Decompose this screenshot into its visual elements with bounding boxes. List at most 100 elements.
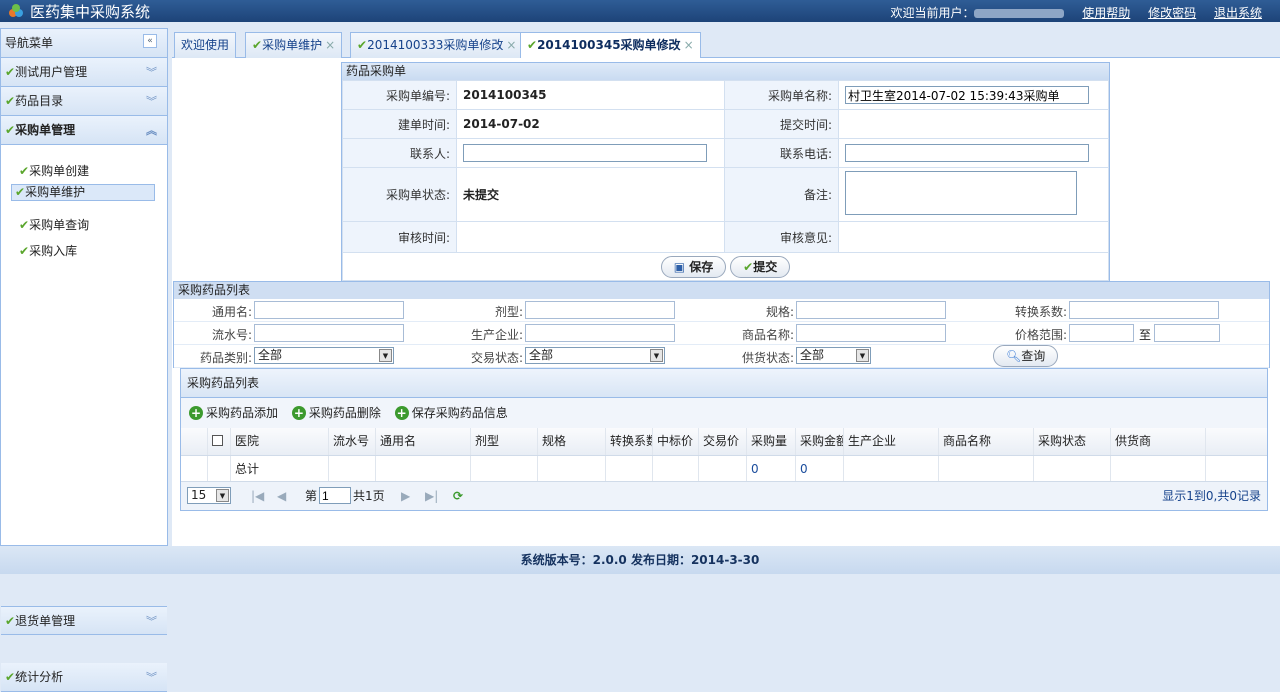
spec-input[interactable]: [796, 301, 946, 319]
serial-input[interactable]: [254, 324, 404, 342]
refresh-icon[interactable]: ⟳: [453, 482, 463, 510]
check-icon: ✔: [19, 164, 30, 178]
label-manufacturer: 生产企业:: [470, 328, 523, 342]
menu-drug-catalog[interactable]: ✔药品目录 ︾: [1, 87, 167, 116]
remark-textarea[interactable]: [845, 171, 1077, 215]
tab-label: 采购单维护: [262, 38, 323, 52]
dropdown-arrow-icon: ▼: [650, 349, 663, 362]
delete-drug-button[interactable]: + 采购药品删除: [291, 406, 381, 420]
col-purchase-status[interactable]: 采购状态: [1034, 428, 1111, 455]
close-icon[interactable]: ×: [506, 38, 516, 52]
trade-status-select[interactable]: 全部 ▼: [525, 347, 665, 364]
product-name-input[interactable]: [796, 324, 946, 342]
drug-grid: 采购药品列表 + 采购药品添加 + 采购药品删除 + 保存采购药品信息 医院 流水号 …: [180, 368, 1268, 511]
label-review-time: 审核时间:: [342, 221, 457, 253]
dropdown-arrow-icon: ▼: [379, 349, 392, 362]
conversion-input[interactable]: [1069, 301, 1219, 319]
dropdown-arrow-icon: ▼: [216, 489, 229, 502]
generic-name-input[interactable]: [254, 301, 404, 319]
col-product-name[interactable]: 商品名称: [939, 428, 1034, 455]
app-header: 医药集中采购系统 欢迎当前用户： 使用帮助 修改密码 退出系统: [0, 0, 1280, 22]
plus-icon: +: [394, 406, 409, 420]
sidebar-item-query[interactable]: ✔采购单查询: [11, 212, 155, 238]
menu-label: 退货单管理: [15, 614, 76, 628]
toolbar-label: 采购药品添加: [206, 406, 279, 420]
col-manufacturer[interactable]: 生产企业: [844, 428, 939, 455]
price-min-input[interactable]: [1069, 324, 1134, 342]
col-serial[interactable]: 流水号: [329, 428, 376, 455]
item-label: 采购单维护: [25, 185, 86, 199]
supply-status-select[interactable]: 全部 ▼: [796, 347, 871, 364]
label-review-opinion: 审核意见:: [724, 221, 839, 253]
tab-label: 2014100333采购单修改: [367, 38, 504, 52]
search-row-2: 流水号: 生产企业: 商品名称: 价格范围: 至: [174, 322, 1269, 345]
logout-link[interactable]: 退出系统: [1214, 6, 1262, 20]
col-dosage-form[interactable]: 剂型: [471, 428, 538, 455]
submit-button[interactable]: ✔提交: [730, 255, 791, 278]
plus-icon: +: [189, 406, 203, 420]
help-link[interactable]: 使用帮助: [1082, 6, 1130, 20]
query-button[interactable]: 🔍︎查询: [993, 345, 1059, 367]
phone-input[interactable]: [845, 144, 1089, 162]
col-bid-price[interactable]: 中标价: [653, 428, 699, 455]
sidebar-item-stock-in[interactable]: ✔采购入库: [11, 238, 155, 264]
contact-input[interactable]: [463, 144, 707, 162]
label-status: 采购单状态:: [342, 167, 457, 222]
sidebar-item-maintain[interactable]: ✔采购单维护: [11, 184, 155, 201]
menu-statistics[interactable]: ✔统计分析 ︾: [1, 663, 167, 692]
last-page-icon[interactable]: ▶|: [425, 482, 438, 510]
grid-toolbar: + 采购药品添加 + 采购药品删除 + 保存采购药品信息: [181, 398, 1267, 428]
collapse-sidebar-icon[interactable]: «: [143, 34, 157, 48]
col-spec[interactable]: 规格: [538, 428, 606, 455]
col-amount[interactable]: 采购金额: [796, 428, 844, 455]
menu-purchase-orders[interactable]: ✔采购单管理 ︽: [1, 116, 167, 145]
col-trade-price[interactable]: 交易价: [699, 428, 747, 455]
change-password-link[interactable]: 修改密码: [1148, 6, 1196, 20]
tab-welcome[interactable]: 欢迎使用: [174, 32, 237, 58]
close-icon[interactable]: ×: [684, 38, 694, 52]
label-category: 药品类别:: [199, 351, 252, 365]
col-hospital[interactable]: 医院: [231, 428, 329, 455]
manufacturer-input[interactable]: [525, 324, 675, 342]
form-caption: 药品采购单: [342, 63, 1109, 80]
check-icon: ✔: [5, 65, 16, 79]
save-drug-info-button[interactable]: + 保存采购药品信息: [394, 406, 508, 420]
check-icon: ✔: [357, 38, 368, 52]
tab-maintain[interactable]: ✔采购单维护 ×: [245, 32, 343, 58]
first-page-icon[interactable]: |◀: [251, 482, 264, 510]
tab-order-2014100345[interactable]: ✔2014100345采购单修改 ×: [520, 32, 701, 59]
select-all-checkbox[interactable]: [208, 428, 231, 455]
chevron-down-icon: ︾: [146, 66, 157, 79]
menu-test-users[interactable]: ✔测试用户管理 ︾: [1, 58, 167, 87]
col-supplier[interactable]: 供货商: [1111, 428, 1206, 455]
grid-caption: 采购药品列表: [181, 369, 1267, 398]
sidebar-item-create[interactable]: ✔采购单创建: [11, 158, 155, 184]
search-row-3: 药品类别: 全部 ▼ 交易状态: 全部 ▼ 供货状态: 全部 ▼ 🔍︎查询: [174, 345, 1269, 368]
close-icon[interactable]: ×: [325, 38, 335, 52]
submitted-value: [838, 109, 1109, 139]
order-name-input[interactable]: [845, 86, 1089, 104]
tab-label: 2014100345采购单修改: [537, 38, 681, 52]
logo-icon: [9, 4, 23, 17]
col-generic-name[interactable]: 通用名: [376, 428, 471, 455]
category-select[interactable]: 全部 ▼: [254, 347, 394, 364]
col-conversion[interactable]: 转换系数: [606, 428, 653, 455]
price-max-input[interactable]: [1154, 324, 1220, 342]
label-conversion: 转换系数:: [1014, 305, 1067, 319]
add-drug-button[interactable]: + 采购药品添加: [189, 406, 278, 420]
page-size-select[interactable]: 15 ▼: [187, 487, 231, 504]
label-order-no: 采购单编号:: [342, 80, 457, 110]
menu-returns[interactable]: ✔退货单管理 ︾: [1, 606, 167, 635]
check-icon: ✔: [5, 94, 16, 108]
dosage-form-input[interactable]: [525, 301, 675, 319]
sidebar-title: 导航菜单: [5, 36, 54, 50]
save-button[interactable]: ▣ 保存: [660, 255, 727, 278]
submit-label: 提交: [753, 259, 778, 274]
prev-page-icon[interactable]: ◀: [277, 482, 286, 510]
col-quantity[interactable]: 采购量: [747, 428, 796, 455]
label-supply-status: 供货状态:: [741, 351, 794, 365]
page-number-input[interactable]: [319, 487, 351, 504]
next-page-icon[interactable]: ▶: [401, 482, 410, 510]
save-icon: ▣: [673, 259, 686, 274]
tab-order-2014100333[interactable]: ✔2014100333采购单修改 ×: [350, 32, 524, 58]
